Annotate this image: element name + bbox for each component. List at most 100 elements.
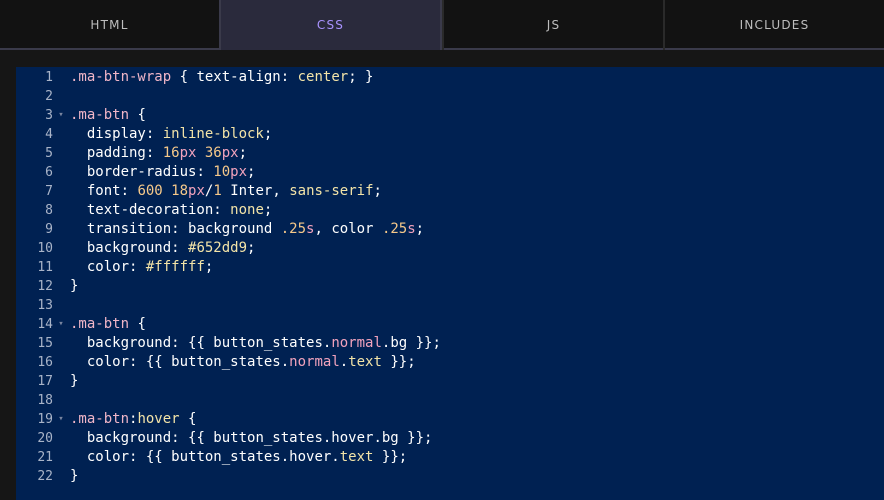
code-token-number: 16: [162, 145, 180, 161]
code-line[interactable]: 21 color: {{ button_states.hover.text }}…: [16, 448, 884, 467]
line-number: 1: [45, 70, 53, 85]
code-token-template: {{ button_states.: [145, 354, 290, 370]
code-line[interactable]: 16 color: {{ button_states.normal.text }…: [16, 353, 884, 372]
code-text: font: 600 18px/1 Inter, sans-serif;: [70, 182, 382, 201]
code-token-punct: ;: [398, 449, 408, 465]
code-line[interactable]: 8 text-decoration: none;: [16, 201, 884, 220]
code-line[interactable]: 3 ▾ .ma-btn {: [16, 106, 884, 125]
code-token-keyword: text: [348, 354, 382, 370]
code-token-string: background: [188, 221, 273, 237]
code-token-punct: {: [179, 411, 197, 427]
code-line[interactable]: 19 ▾ .ma-btn:hover {: [16, 410, 884, 429]
code-text: transition: background .25s, color .25s;: [70, 220, 424, 239]
tab-includes[interactable]: INCLUDES: [663, 0, 884, 50]
code-line[interactable]: 22}: [16, 467, 884, 486]
code-text: border-radius: 10px;: [70, 163, 256, 182]
code-line[interactable]: 5 padding: 16px 36px;: [16, 144, 884, 163]
code-token-punct: ;: [247, 164, 256, 180]
code-token-template: {{ button_states.: [188, 335, 332, 351]
code-token-brace: }: [70, 278, 79, 294]
code-token-prop: padding: [70, 145, 146, 161]
code-token-punct: {: [129, 316, 146, 332]
code-token-punct: :: [145, 126, 163, 142]
line-number: 5: [45, 146, 53, 161]
code-text: .ma-btn {: [70, 315, 146, 334]
code-token-prop: color: [70, 354, 130, 370]
code-line[interactable]: 1 .ma-btn-wrap { text-align: center; }: [16, 68, 884, 87]
fold-toggle-icon[interactable]: ▾: [56, 410, 66, 429]
code-token-prop: background: [70, 430, 172, 446]
code-line[interactable]: 17}: [16, 372, 884, 391]
tab-js[interactable]: JS: [442, 0, 663, 50]
code-line[interactable]: 4 display: inline-block;: [16, 125, 884, 144]
code-lines: 1 .ma-btn-wrap { text-align: center; } 2 3 ▾…: [16, 67, 884, 486]
code-line[interactable]: 20 background: {{ button_states.hover.bg…: [16, 429, 884, 448]
code-token-brace: }: [70, 373, 79, 389]
code-text: color: {{ button_states.normal.text }};: [70, 353, 416, 372]
code-editor-app: HTML CSS JS INCLUDES 1 .ma-btn-wrap { tex…: [0, 0, 884, 500]
code-token-punct: :: [129, 354, 146, 370]
code-token-punct: ;: [247, 240, 256, 256]
code-token-prop: border-radius: [70, 164, 197, 180]
code-token-selector: .ma-btn: [70, 107, 130, 123]
code-token-template: }}: [373, 449, 399, 465]
code-token-punct: ,: [272, 183, 290, 199]
fold-toggle-icon[interactable]: ▾: [56, 106, 66, 125]
code-text: .ma-btn:hover {: [70, 410, 196, 429]
code-token-punct: ;: [263, 202, 273, 218]
line-number: 4: [45, 127, 53, 142]
code-token-number: 10: [213, 164, 231, 180]
line-number: 20: [37, 431, 53, 446]
code-line[interactable]: 6 border-radius: 10px;: [16, 163, 884, 182]
code-token-number: 600: [137, 183, 163, 199]
code-line[interactable]: 14 ▾ .ma-btn {: [16, 315, 884, 334]
code-token-punct: ;: [432, 335, 441, 351]
css-code-editor[interactable]: 1 .ma-btn-wrap { text-align: center; } 2 3 ▾…: [16, 67, 884, 500]
code-token-keyword: center: [297, 69, 349, 85]
line-number: 14: [37, 317, 53, 332]
code-token-prop: text-align: [196, 69, 281, 85]
code-token-keyword: text: [339, 449, 374, 465]
code-line[interactable]: 10 background: #652dd9;: [16, 239, 884, 258]
code-token-template: {{ button_states.hover.: [145, 449, 340, 465]
line-number: 9: [45, 222, 53, 237]
tab-html[interactable]: HTML: [0, 0, 219, 50]
code-token-prop: text-decoration: [70, 202, 214, 218]
code-text: color: {{ button_states.hover.text }};: [70, 448, 407, 467]
code-token-keyword: hover: [137, 411, 180, 427]
line-number: 7: [45, 184, 53, 199]
code-token-punct: :: [213, 202, 231, 218]
code-line[interactable]: 2: [16, 87, 884, 106]
fold-toggle-icon[interactable]: ▾: [56, 315, 66, 334]
code-token-punct: :: [171, 221, 189, 237]
code-line[interactable]: 15 background: {{ button_states.normal.b…: [16, 334, 884, 353]
line-number: 17: [37, 374, 53, 389]
tab-css[interactable]: CSS: [219, 0, 442, 50]
code-line[interactable]: 18: [16, 391, 884, 410]
code-token-punct: ;: [415, 221, 425, 237]
code-token-punct: :: [280, 69, 298, 85]
code-line[interactable]: 11 color: #ffffff;: [16, 258, 884, 277]
code-token-punct: [374, 221, 382, 237]
code-line[interactable]: 9 transition: background .25s, color .25…: [16, 220, 884, 239]
code-token-value: #652dd9: [188, 240, 248, 256]
code-line[interactable]: 13: [16, 296, 884, 315]
line-number: 11: [37, 260, 53, 275]
code-token-prop: background: [70, 240, 172, 256]
code-line[interactable]: 12}: [16, 277, 884, 296]
code-token-selector: .ma-btn: [70, 411, 130, 427]
editor-tab-bar: HTML CSS JS INCLUDES: [0, 0, 884, 50]
line-number: 22: [37, 469, 53, 484]
code-token-punct: :: [120, 183, 138, 199]
code-token-punct: :: [129, 449, 146, 465]
code-token-punct: [196, 145, 204, 161]
line-number: 21: [37, 450, 53, 465]
code-token-punct: :: [129, 259, 146, 275]
code-token-punct: [163, 183, 171, 199]
code-line[interactable]: 7 font: 600 18px/1 Inter, sans-serif;: [16, 182, 884, 201]
code-token-punct: ;: [204, 259, 214, 275]
code-token-string: Inter: [230, 183, 273, 199]
code-token-number: .25: [280, 221, 307, 237]
code-token-punct: ;: [373, 183, 382, 199]
code-token-unit: px: [188, 183, 205, 199]
